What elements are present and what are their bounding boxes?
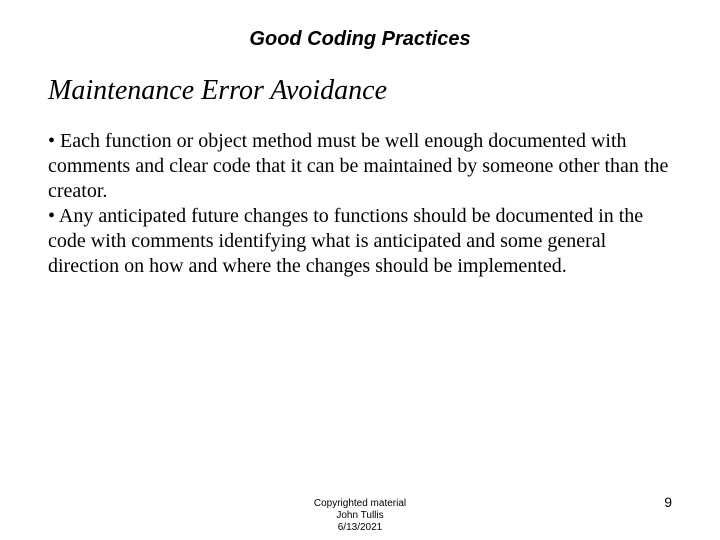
page-number: 9 [664, 494, 672, 510]
footer-date: 6/13/2021 [0, 522, 720, 534]
body-content: • Each function or object method must be… [48, 130, 668, 277]
slide-title: Good Coding Practices [249, 28, 470, 50]
slide-footer: Copyrighted material John Tullis 6/13/20… [0, 498, 720, 534]
slide-header: Good Coding Practices [48, 28, 672, 51]
footer-copyright: Copyrighted material [0, 498, 720, 510]
footer-author: John Tullis [0, 510, 720, 522]
slide-body: • Each function or object method must be… [48, 129, 672, 279]
slide-subtitle: Maintenance Error Avoidance [48, 75, 672, 107]
